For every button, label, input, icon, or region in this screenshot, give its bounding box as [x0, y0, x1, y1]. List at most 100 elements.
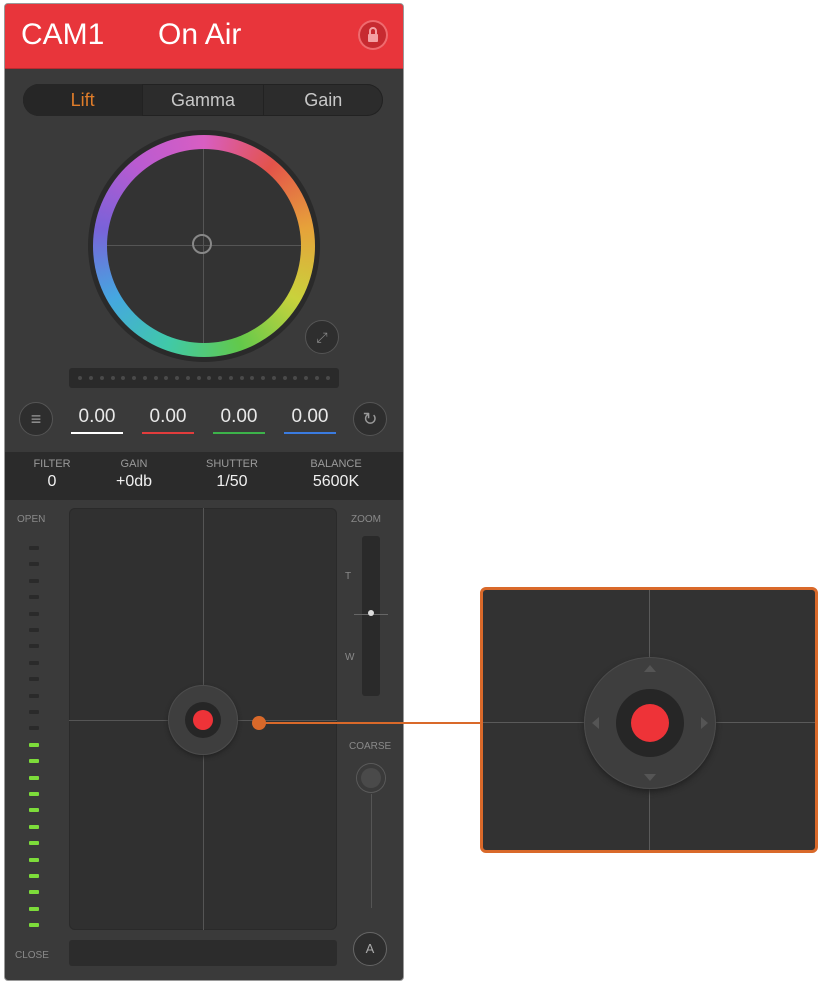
shutter-label: SHUTTER — [206, 458, 258, 470]
iris-pedestal-pad[interactable] — [69, 508, 337, 930]
iris-meter-bar — [29, 578, 39, 583]
on-air-status: On Air — [158, 18, 242, 51]
luma-value[interactable]: 0.00 — [71, 406, 123, 428]
dial-tick — [293, 376, 298, 380]
iris-open-label: OPEN — [17, 514, 46, 525]
dial-tick — [282, 376, 287, 380]
dial-tick — [99, 376, 104, 380]
iris-meter-bar — [29, 775, 39, 780]
balance-value: 5600K — [312, 473, 360, 490]
focus-track — [371, 794, 372, 908]
dial-tick — [228, 376, 233, 380]
iris-meter-bar — [29, 874, 39, 878]
red-underline — [142, 432, 194, 434]
zoom-wide-label: W — [345, 652, 355, 663]
menu-icon[interactable]: ≡ — [19, 402, 53, 436]
dial-tick — [175, 376, 180, 380]
iris-meter-bar — [29, 923, 39, 928]
filter-value: 0 — [47, 473, 57, 490]
camera-settings-bar: FILTER 0 GAIN +0db SHUTTER 1/50 BALANCE … — [5, 452, 403, 500]
lock-icon[interactable] — [358, 20, 388, 50]
dial-tick — [185, 376, 190, 380]
filter-label: FILTER — [33, 458, 71, 470]
filter-setting[interactable]: FILTER 0 — [7, 458, 97, 491]
iris-meter-bar — [29, 660, 39, 665]
callout-connector — [260, 722, 480, 724]
dial-tick — [121, 376, 126, 380]
shutter-setting[interactable]: SHUTTER 1/50 — [187, 458, 277, 491]
luma-underline — [71, 432, 123, 434]
master-wheel-dial[interactable] — [69, 368, 339, 388]
auto-focus-label: A — [365, 941, 375, 956]
balance-setting[interactable]: BALANCE 5600K — [291, 458, 381, 491]
gain-label: GAIN — [120, 458, 148, 470]
arrow-up-icon — [644, 665, 656, 672]
iris-meter-bar — [29, 742, 39, 747]
camera-control-panel: CAM1 On Air Lift Gamma Gain ⤢ ≡ 0.00 0.0… — [4, 3, 404, 981]
arrow-left-icon — [592, 717, 599, 729]
tab-gain[interactable]: Gain — [264, 84, 383, 116]
dial-tick — [250, 376, 255, 380]
dial-tick — [239, 376, 244, 380]
zoom-handle[interactable] — [368, 610, 374, 616]
color-wheel-handle[interactable] — [192, 234, 212, 254]
color-tabs: Lift Gamma Gain — [23, 84, 383, 116]
dial-tick — [261, 376, 266, 380]
iris-close-label: CLOSE — [15, 950, 49, 961]
dial-tick — [207, 376, 212, 380]
iris-meter-bar — [29, 906, 39, 911]
master-black-bar[interactable] — [69, 940, 337, 966]
arrow-down-icon — [644, 774, 656, 781]
iris-meter-bar — [29, 644, 39, 649]
focus-knob[interactable] — [357, 764, 385, 792]
gain-value: +0db — [115, 473, 153, 490]
iris-meter-bar — [29, 710, 39, 714]
iris-meter-bar — [29, 562, 39, 567]
blue-value[interactable]: 0.00 — [284, 406, 336, 428]
dial-tick — [110, 376, 115, 380]
red-value[interactable]: 0.00 — [142, 406, 194, 428]
iris-meter-bar — [29, 890, 39, 895]
dial-tick — [304, 376, 309, 380]
expand-icon[interactable]: ⤢ — [305, 320, 339, 354]
iris-meter-bar — [29, 824, 39, 829]
dial-tick — [325, 376, 330, 380]
arrow-right-icon — [701, 717, 708, 729]
green-value[interactable]: 0.00 — [213, 406, 265, 428]
dial-tick — [153, 376, 158, 380]
shutter-value: 1/50 — [216, 473, 248, 490]
zoom-slider[interactable] — [354, 536, 388, 696]
dial-tick — [142, 376, 147, 380]
joystick-inner — [185, 702, 221, 738]
gain-setting[interactable]: GAIN +0db — [89, 458, 179, 491]
dial-tick — [314, 376, 319, 380]
zoom-label: ZOOM — [351, 514, 381, 525]
tab-lift[interactable]: Lift — [23, 84, 144, 116]
callout-joystick — [584, 657, 716, 789]
green-underline — [213, 432, 265, 434]
coarse-label: COARSE — [349, 741, 392, 752]
iris-meter-bar — [29, 792, 39, 796]
camera-header: CAM1 On Air — [5, 4, 403, 69]
iris-meter-bar — [29, 546, 39, 550]
iris-meter-bar — [29, 628, 39, 632]
iris-meter-bar — [29, 759, 39, 764]
iris-meter-bar — [29, 857, 39, 862]
dial-tick — [132, 376, 137, 380]
color-wheel[interactable] — [93, 135, 315, 357]
iris-meter-bar — [29, 808, 39, 813]
joystick-handle[interactable] — [193, 710, 213, 730]
callout-joystick-handle — [631, 704, 669, 742]
camera-name: CAM1 — [21, 18, 105, 51]
zoom-tele-label: T — [345, 571, 352, 582]
dial-tick — [78, 376, 83, 380]
reset-icon[interactable]: ↻ — [353, 402, 387, 436]
joystick[interactable] — [168, 685, 238, 755]
blue-underline — [284, 432, 336, 434]
auto-focus-icon[interactable]: A — [353, 932, 387, 966]
balance-label: BALANCE — [310, 458, 362, 470]
iris-meter-bar — [29, 595, 39, 600]
dial-tick — [164, 376, 169, 380]
dial-tick — [218, 376, 223, 380]
tab-gamma[interactable]: Gamma — [143, 84, 264, 116]
